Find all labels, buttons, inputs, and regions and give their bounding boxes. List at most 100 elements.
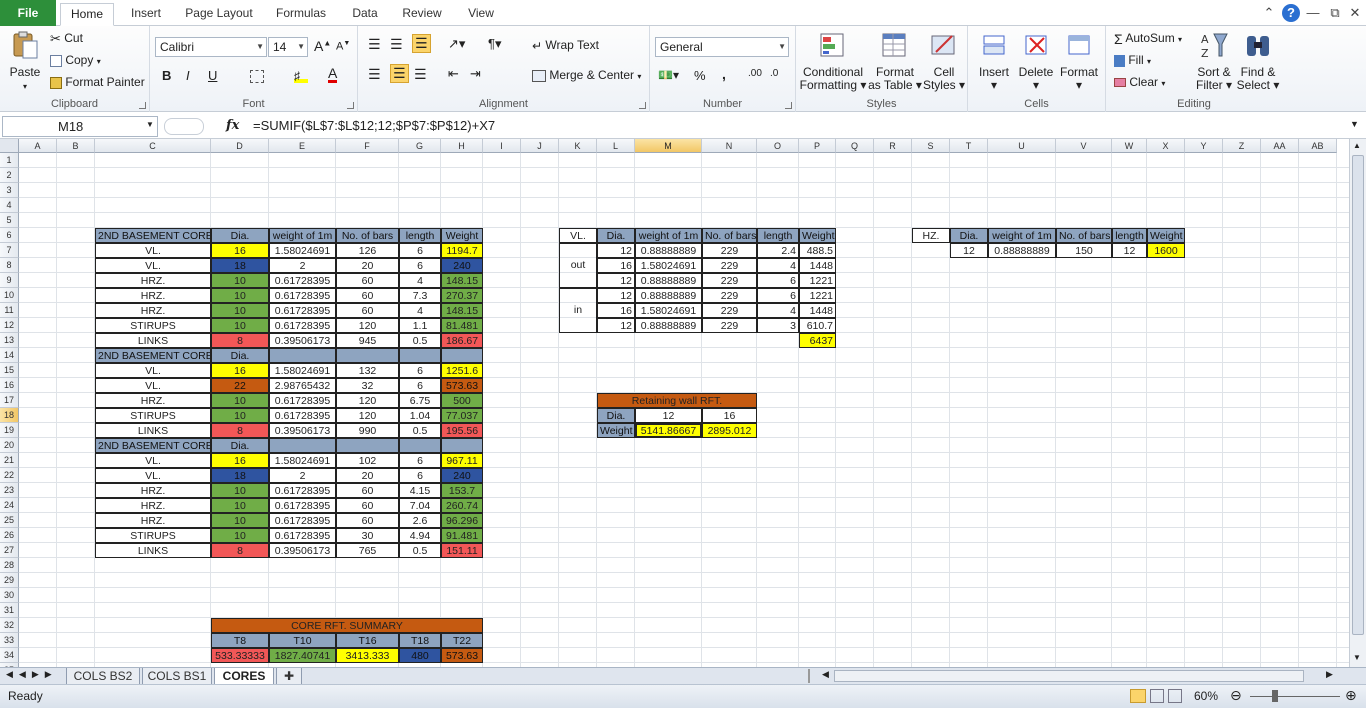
row-header[interactable]: 10	[0, 288, 19, 303]
bar-type[interactable]: STIRUPS	[95, 318, 211, 333]
weight-per-m[interactable]: 0.61728395	[269, 408, 336, 423]
dia-cell[interactable]: 8	[211, 333, 269, 348]
weight-per-m[interactable]: 0.61728395	[269, 528, 336, 543]
row-header[interactable]: 24	[0, 498, 19, 513]
hz-value[interactable]: 0.88888889	[988, 243, 1056, 258]
no-of-bars[interactable]: 102	[336, 453, 399, 468]
grow-font-button[interactable]: A▲	[314, 38, 331, 54]
align-center-icon[interactable]: ☰	[390, 64, 409, 83]
table-header[interactable]	[441, 348, 483, 363]
vl-length[interactable]: 4	[757, 258, 799, 273]
row-header[interactable]: 32	[0, 618, 19, 633]
weight-cell[interactable]: 81.481	[441, 318, 483, 333]
weight-per-m[interactable]: 2	[269, 468, 336, 483]
sheet-tab-cols-bs1[interactable]: COLS BS1	[142, 668, 212, 685]
vl-weight-per-m[interactable]: 0.88888889	[635, 288, 702, 303]
bar-type[interactable]: HRZ.	[95, 288, 211, 303]
delete-cells-button[interactable]: Delete ▾	[1016, 30, 1056, 92]
column-header[interactable]: AB	[1299, 139, 1337, 153]
increase-decimal-icon[interactable]: .00	[748, 68, 762, 79]
hz-header[interactable]: length	[1112, 228, 1147, 243]
dia-cell[interactable]: 10	[211, 318, 269, 333]
expand-formula-bar-icon[interactable]: ▼	[1350, 119, 1359, 129]
currency-icon[interactable]: 💵▾	[658, 68, 679, 82]
row-header[interactable]: 31	[0, 603, 19, 618]
cut-button[interactable]: ✂ Cut	[50, 31, 83, 47]
scroll-right-icon[interactable]: ▶	[1326, 669, 1333, 680]
dia-cell[interactable]: 10	[211, 483, 269, 498]
row-header[interactable]: 27	[0, 543, 19, 558]
bar-type[interactable]: STIRUPS	[95, 528, 211, 543]
summary-header[interactable]: T10	[269, 633, 336, 648]
weight-per-m[interactable]: 0.61728395	[269, 273, 336, 288]
minimize-window-icon[interactable]: —	[1304, 4, 1322, 22]
formula-bar-handle[interactable]	[164, 118, 204, 135]
format-painter-button[interactable]: Format Painter	[50, 75, 145, 89]
length-cell[interactable]: 6	[399, 468, 441, 483]
text-direction-icon[interactable]: ¶▾	[488, 36, 502, 52]
bar-type[interactable]: VL.	[95, 258, 211, 273]
format-cells-button[interactable]: Format ▾	[1058, 30, 1100, 92]
length-cell[interactable]: 4	[399, 273, 441, 288]
weight-per-m[interactable]: 0.61728395	[269, 393, 336, 408]
row-header[interactable]: 15	[0, 363, 19, 378]
format-as-table-button[interactable]: Format as Table ▾	[868, 30, 922, 92]
minimize-ribbon-icon[interactable]: ⌃	[1260, 4, 1278, 22]
vertical-scroll-thumb[interactable]	[1352, 155, 1364, 635]
hz-value[interactable]: 1600	[1147, 243, 1185, 258]
row-header[interactable]: 25	[0, 513, 19, 528]
no-of-bars[interactable]: 765	[336, 543, 399, 558]
paste-button[interactable]: Paste ▾	[6, 30, 44, 93]
row-header[interactable]: 34	[0, 648, 19, 663]
merge-center-button[interactable]: Merge & Center ▾	[532, 68, 641, 82]
column-header[interactable]: B	[57, 139, 95, 153]
page-break-view-icon[interactable]	[1168, 689, 1182, 703]
weight-per-m[interactable]: 1.58024691	[269, 453, 336, 468]
bar-type[interactable]: VL.	[95, 378, 211, 393]
no-of-bars[interactable]: 20	[336, 468, 399, 483]
no-of-bars[interactable]: 60	[336, 483, 399, 498]
weight-cell[interactable]: 148.15	[441, 273, 483, 288]
help-icon[interactable]: ?	[1282, 4, 1300, 22]
borders-icon[interactable]	[250, 70, 264, 83]
vl-no-of-bars[interactable]: 229	[702, 243, 757, 258]
increase-indent-icon[interactable]: ⇥	[470, 66, 481, 82]
weight-cell[interactable]: 96.296	[441, 513, 483, 528]
tab-data[interactable]: Data	[345, 3, 385, 26]
restore-window-icon[interactable]: ⧉	[1326, 4, 1344, 22]
table-header[interactable]	[269, 348, 336, 363]
select-all-corner[interactable]	[0, 139, 19, 153]
weight-cell[interactable]: 77.037	[441, 408, 483, 423]
vl-dia[interactable]: 12	[597, 288, 635, 303]
no-of-bars[interactable]: 30	[336, 528, 399, 543]
no-of-bars[interactable]: 126	[336, 243, 399, 258]
row-header[interactable]: 13	[0, 333, 19, 348]
name-box[interactable]: M18	[2, 116, 158, 137]
weight-per-m[interactable]: 0.61728395	[269, 318, 336, 333]
column-header[interactable]: A	[19, 139, 57, 153]
no-of-bars[interactable]: 60	[336, 498, 399, 513]
retaining-weight-label[interactable]: Weight	[597, 423, 635, 438]
weight-per-m[interactable]: 0.61728395	[269, 513, 336, 528]
font-size-dropdown[interactable]: 14 ▼	[268, 37, 308, 57]
dia-cell[interactable]: 8	[211, 543, 269, 558]
bar-type[interactable]: HRZ.	[95, 393, 211, 408]
vl-no-of-bars[interactable]: 229	[702, 258, 757, 273]
middle-align-icon[interactable]: ☰	[390, 36, 403, 53]
weight-cell[interactable]: 260.74	[441, 498, 483, 513]
summary-header[interactable]: T8	[211, 633, 269, 648]
weight-cell[interactable]: 195.56	[441, 423, 483, 438]
row-header[interactable]: 5	[0, 213, 19, 228]
retaining-weight-16[interactable]: 2895.012	[702, 423, 757, 438]
copy-button[interactable]: Copy ▾	[50, 53, 101, 67]
vl-length[interactable]: 2.4	[757, 243, 799, 258]
row-header[interactable]: 4	[0, 198, 19, 213]
table-header[interactable]: Weight	[441, 228, 483, 243]
no-of-bars[interactable]: 990	[336, 423, 399, 438]
hz-header[interactable]: HZ.	[912, 228, 950, 243]
length-cell[interactable]: 6	[399, 363, 441, 378]
weight-per-m[interactable]: 0.39506173	[269, 333, 336, 348]
weight-cell[interactable]: 500	[441, 393, 483, 408]
zoom-level[interactable]: 60%	[1194, 689, 1218, 703]
length-cell[interactable]: 7.04	[399, 498, 441, 513]
